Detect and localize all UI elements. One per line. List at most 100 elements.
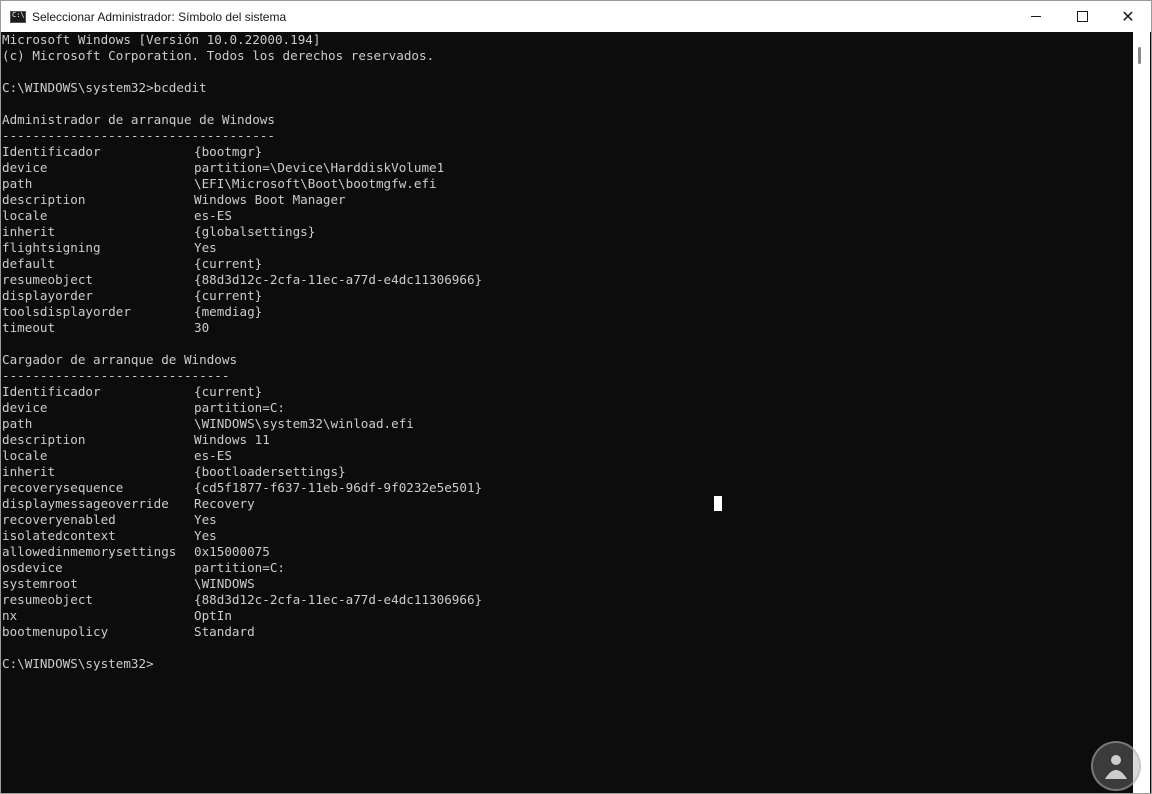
entry-key: bootmenupolicy [2,624,109,639]
entry-value: Yes [194,512,217,527]
entry-row: description Windows Boot Manager [2,192,1131,208]
entry-value: 0x15000075 [194,544,270,559]
entry-value: \EFI\Microsoft\Boot\bootmgfw.efi [194,176,437,191]
entry-row: osdevice partition=C: [2,560,1131,576]
entry-key: device [2,400,48,415]
entry-row: path \EFI\Microsoft\Boot\bootmgfw.efi [2,176,1131,192]
entry-row: device partition=\Device\HarddiskVolume1 [2,160,1131,176]
entry-row: path \WINDOWS\system32\winload.efi [2,416,1131,432]
close-button[interactable]: ✕ [1105,1,1151,32]
entry-key: default [2,256,56,271]
entry-row: locale es-ES [2,448,1131,464]
scrollbar-thumb[interactable] [1138,47,1141,64]
entry-key: resumeobject [2,592,93,607]
entry-key: Identificador [2,384,101,399]
entry-key: resumeobject [2,272,93,287]
entry-value: \WINDOWS\system32\winload.efi [194,416,414,431]
entry-value: {current} [194,256,263,271]
entry-value: es-ES [194,448,232,463]
console-output[interactable]: Microsoft Windows [Versión 10.0.22000.19… [1,32,1131,793]
cmd-app-icon[interactable] [10,10,26,23]
title-bar[interactable]: Seleccionar Administrador: Símbolo del s… [1,1,1151,32]
entry-value: Windows Boot Manager [194,192,346,207]
entry-row: resumeobject {88d3d12c-2cfa-11ec-a77d-e4d… [2,592,1131,608]
command-prompt-window: Seleccionar Administrador: Símbolo del s… [0,0,1152,794]
entry-row: resumeobject {88d3d12c-2cfa-11ec-a77d-e4d… [2,272,1131,288]
close-icon: ✕ [1121,7,1135,26]
entry-value: Recovery [194,496,255,511]
maximize-icon [1076,11,1088,22]
entry-row: systemroot \WINDOWS [2,576,1131,592]
command-line: C:\WINDOWS\system32>bcdedit [2,80,207,95]
entry-value: \WINDOWS [194,576,255,591]
entry-row: timeout 30 [2,320,1131,336]
entry-row: inherit {bootloadersettings} [2,464,1131,480]
entry-key: allowedinmemorysettings [2,544,177,559]
entry-key: locale [2,208,48,223]
entry-row: displaymessageoverride Recovery [2,496,1131,512]
entry-row: description Windows 11 [2,432,1131,448]
entry-row: locale es-ES [2,208,1131,224]
entry-row: allowedinmemorysettings 0x15000075 [2,544,1131,560]
entry-value: Yes [194,528,217,543]
console-line: (c) Microsoft Corporation. Todos los der… [2,48,435,63]
entry-value: partition=C: [194,400,285,415]
entry-row: recoverysequence {cd5f1877-f637-11eb-96df… [2,480,1131,496]
entry-row: displayorder {current} [2,288,1131,304]
entry-key: inherit [2,464,56,479]
section-underline: ------------------------------------ [2,128,275,143]
entry-row: recoveryenabled Yes [2,512,1131,528]
minimize-button[interactable] [1013,1,1059,32]
entry-value: OptIn [194,608,232,623]
entry-value: {current} [194,384,263,399]
entry-value: {bootloadersettings} [194,464,346,479]
entry-value: Standard [194,624,255,639]
entry-key: path [2,416,33,431]
entry-key: displaymessageoverride [2,496,169,511]
entry-value: {memdiag} [194,304,263,319]
entry-key: displayorder [2,288,93,303]
entry-key: isolatedcontext [2,528,116,543]
entry-row: isolatedcontext Yes [2,528,1131,544]
window-title: Seleccionar Administrador: Símbolo del s… [32,9,287,24]
entry-value: {88d3d12c-2cfa-11ec-a77d-e4dc11306966} [194,272,483,287]
entry-value: Windows 11 [194,432,270,447]
section-title: Cargador de arranque de Windows [2,352,238,367]
entry-row: toolsdisplayorder {memdiag} [2,304,1131,320]
entry-value: es-ES [194,208,232,223]
entry-value: {bootmgr} [194,144,263,159]
entry-key: inherit [2,224,56,239]
entry-row: device partition=C: [2,400,1131,416]
entry-key: path [2,176,33,191]
entry-row: default {current} [2,256,1131,272]
final-prompt[interactable]: C:\WINDOWS\system32> [2,656,1131,672]
entry-key: Identificador [2,144,101,159]
entry-key: osdevice [2,560,63,575]
console-line: Microsoft Windows [Versión 10.0.22000.19… [2,32,321,47]
entry-key: timeout [2,320,56,335]
entry-key: recoverysequence [2,480,124,495]
entry-key: toolsdisplayorder [2,304,131,319]
entry-row: bootmenupolicy Standard [2,624,1131,640]
entry-value: {current} [194,288,263,303]
section-underline: ------------------------------ [2,368,230,383]
entry-value: {globalsettings} [194,224,316,239]
maximize-button[interactable] [1059,1,1105,32]
entry-row: flightsigning Yes [2,240,1131,256]
entry-value: {88d3d12c-2cfa-11ec-a77d-e4dc11306966} [194,592,483,607]
entry-value: partition=C: [194,560,285,575]
entry-key: flightsigning [2,240,101,255]
vertical-scrollbar[interactable] [1133,32,1150,793]
entry-row: Identificador {bootmgr} [2,144,1131,160]
entry-key: description [2,432,86,447]
entry-key: locale [2,448,48,463]
window-controls: ✕ [1013,1,1151,32]
entry-value: Yes [194,240,217,255]
watermark-logo-icon [1091,741,1141,791]
entry-value: partition=\Device\HarddiskVolume1 [194,160,445,175]
entry-key: recoveryenabled [2,512,116,527]
entry-value: {cd5f1877-f637-11eb-96df-9f0232e5e501} [194,480,483,495]
entry-row: Identificador {current} [2,384,1131,400]
entry-key: systemroot [2,576,78,591]
entry-row: inherit {globalsettings} [2,224,1131,240]
